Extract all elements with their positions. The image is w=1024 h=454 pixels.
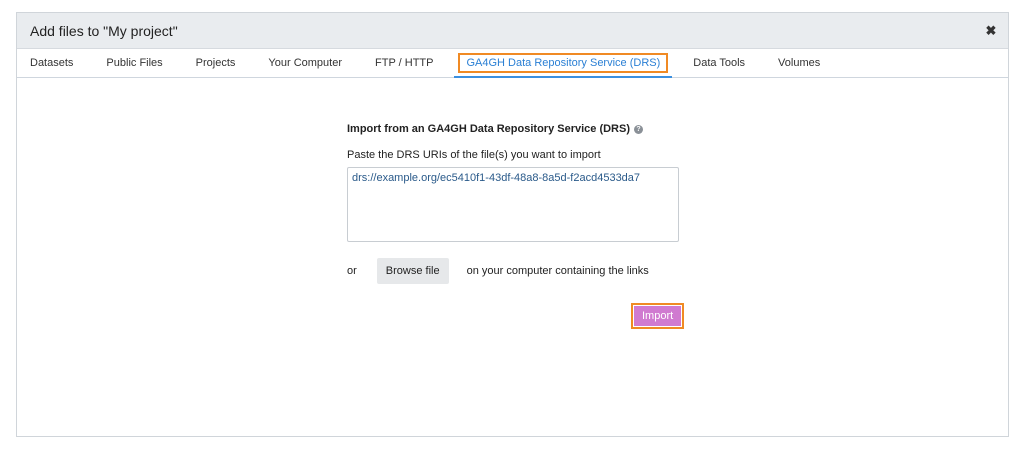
browse-suffix-text: on your computer containing the links — [466, 265, 649, 277]
instruction-text: Paste the DRS URIs of the file(s) you wa… — [347, 149, 601, 161]
browse-file-button[interactable]: Browse file — [376, 258, 449, 284]
tab-datasets[interactable]: Datasets — [30, 49, 73, 77]
panel-heading-text: Import from an GA4GH Data Repository Ser… — [347, 123, 631, 135]
dialog-titlebar: Add files to "My project" ✖ — [17, 13, 1008, 49]
tab-label: Projects — [195, 57, 236, 69]
import-button-highlight: Import — [631, 303, 685, 329]
tab-data-tools[interactable]: Data Tools — [693, 49, 745, 77]
tab-projects[interactable]: Projects — [196, 49, 236, 77]
tab-label: GA4GH Data Repository Service (DRS) — [458, 53, 669, 73]
dialog-title: Add files to "My project" — [30, 22, 178, 39]
tab-label: Datasets — [30, 57, 74, 69]
tab-label: Volumes — [778, 57, 821, 69]
tab-ftp-http[interactable]: FTP / HTTP — [375, 49, 433, 77]
drs-import-panel: Import from an GA4GH Data Repository Ser… — [347, 123, 717, 329]
close-icon[interactable]: ✖ — [984, 23, 998, 39]
browse-row: or Browse file on your computer containi… — [347, 258, 717, 284]
tab-volumes[interactable]: Volumes — [778, 49, 820, 77]
add-files-dialog: Add files to "My project" ✖ Datasets Pub… — [16, 12, 1009, 437]
tab-public-files[interactable]: Public Files — [106, 49, 162, 77]
tab-label: Data Tools — [693, 57, 746, 69]
tab-your-computer[interactable]: Your Computer — [268, 49, 342, 77]
help-icon[interactable]: ? — [634, 124, 644, 134]
panel-heading: Import from an GA4GH Data Repository Ser… — [347, 123, 717, 135]
import-button[interactable]: Import — [634, 306, 682, 326]
tab-label: Public Files — [106, 57, 163, 69]
tab-label: Your Computer — [268, 57, 343, 69]
tab-drs[interactable]: GA4GH Data Repository Service (DRS) — [454, 49, 673, 78]
source-tabs: Datasets Public Files Projects Your Comp… — [17, 49, 1008, 78]
tab-label: FTP / HTTP — [375, 57, 434, 69]
drs-uris-input[interactable] — [347, 167, 679, 242]
or-text: or — [347, 265, 357, 277]
